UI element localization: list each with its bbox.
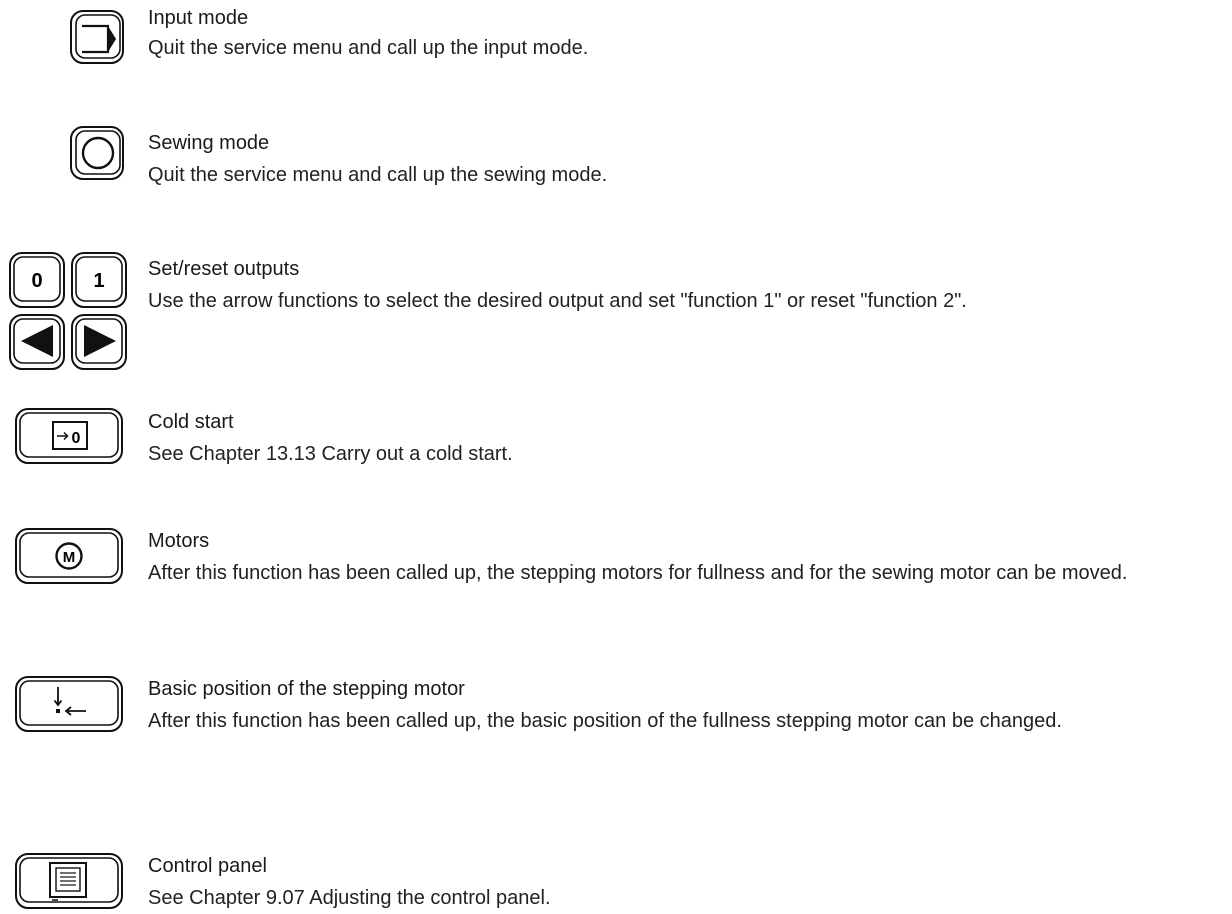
basic-position-icon[interactable] [14,675,126,735]
arrow-right-key[interactable] [71,314,127,370]
arrow-left-key[interactable] [9,314,65,370]
entry-title: Cold start [148,411,234,433]
control-panel-icon[interactable] [14,852,126,912]
arrow-right-icon [84,325,116,357]
entry-title: Basic position of the stepping motor [148,678,465,700]
entry-description: After this function has been called up, … [148,710,1062,732]
key-zero-label: 0 [31,270,42,292]
key-zero[interactable]: 0 [9,252,65,308]
description-prefix: See [148,443,190,465]
entry-title: Set/reset outputs [148,258,300,280]
motors-key-label: M [63,549,76,566]
chapter-reference-link[interactable]: Chapter 13.13 Carry out a cold start. [189,443,513,465]
entry-title: Motors [148,530,210,552]
key-one[interactable]: 1 [71,252,127,308]
entry-description: See Chapter 13.13 Carry out a cold start… [148,438,1208,470]
input-mode-icon[interactable] [68,8,128,68]
cold-start-key-label: 0 [72,430,81,447]
key-one-label: 1 [93,270,104,292]
chapter-reference-link[interactable]: Chapter 9.07 Adjusting the control panel… [189,887,550,909]
cold-start-icon[interactable]: 0 [14,407,126,467]
entry-title: Control panel [148,855,267,877]
entry-description: Quit the service menu and call up the se… [148,164,608,186]
motors-icon[interactable]: M [14,527,126,587]
sewing-mode-icon[interactable] [68,124,128,184]
entry-title: Sewing mode [148,132,270,154]
entry-description: Quit the service menu and call up the in… [148,37,589,59]
entry-title: Input mode [148,7,249,29]
entry-description: Use the arrow functions to select the de… [148,290,967,312]
output-keys-icon: 0 1 [8,251,132,373]
entry-description: See Chapter 9.07 Adjusting the control p… [148,882,1208,914]
entry-description: After this function has been called up, … [148,562,1128,584]
description-prefix: See [148,887,190,909]
arrow-left-icon [21,325,53,357]
